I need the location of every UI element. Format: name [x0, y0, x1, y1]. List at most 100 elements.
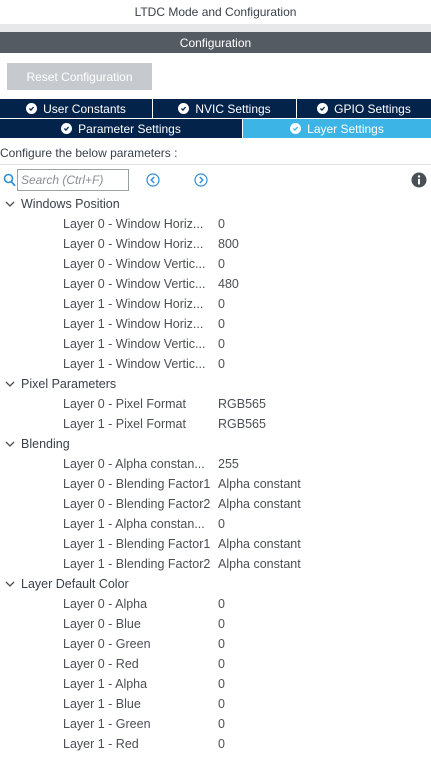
parameter-name: Layer 0 - Window Horiz... — [63, 237, 204, 251]
parameter-name: Layer 1 - Pixel Format — [63, 417, 186, 431]
tab-row-2: Parameter Settings Layer Settings — [0, 119, 431, 139]
previous-result-icon[interactable] — [146, 173, 160, 187]
parameter-row[interactable]: Layer 0 - Window Horiz... 800 — [0, 234, 431, 254]
parameter-value[interactable]: 480 — [218, 277, 239, 291]
parameter-row[interactable]: Layer 0 - Pixel Format RGB565 — [0, 394, 431, 414]
group-label: Layer Default Color — [21, 577, 129, 591]
parameter-row[interactable]: Layer 1 - Window Vertic... 0 — [0, 354, 431, 374]
parameter-value[interactable]: 0 — [218, 597, 225, 611]
parameter-row[interactable]: Layer 1 - Green 0 — [0, 714, 431, 734]
parameter-tree: Windows Position Layer 0 - Window Horiz..… — [0, 194, 431, 754]
parameter-value[interactable]: Alpha constant — [218, 557, 301, 571]
parameter-value[interactable]: 0 — [218, 317, 225, 331]
parameter-value[interactable]: Alpha constant — [218, 497, 301, 511]
parameter-row[interactable]: Layer 1 - Window Horiz... 0 — [0, 294, 431, 314]
parameter-row[interactable]: Layer 0 - Alpha 0 — [0, 594, 431, 614]
parameter-row[interactable]: Layer 1 - Blue 0 — [0, 694, 431, 714]
parameter-value[interactable]: 0 — [218, 257, 225, 271]
parameter-name: Layer 0 - Window Horiz... — [63, 217, 204, 231]
parameter-value[interactable]: 0 — [218, 617, 225, 631]
reset-configuration-button[interactable]: Reset Configuration — [7, 63, 152, 90]
parameter-row[interactable]: Layer 0 - Blending Factor1 Alpha constant — [0, 474, 431, 494]
parameter-value[interactable]: 0 — [218, 637, 225, 651]
parameter-value[interactable]: 0 — [218, 697, 225, 711]
parameter-value[interactable]: 0 — [218, 677, 225, 691]
group-label: Pixel Parameters — [21, 377, 117, 391]
group-label: Windows Position — [21, 197, 120, 211]
check-circle-icon — [26, 103, 38, 114]
parameter-row[interactable]: Layer 1 - Alpha 0 — [0, 674, 431, 694]
parameter-name: Layer 0 - Window Vertic... — [63, 257, 206, 271]
search-icon[interactable] — [3, 173, 16, 187]
parameter-value[interactable]: RGB565 — [218, 397, 266, 411]
tab-gpio-settings[interactable]: GPIO Settings — [297, 99, 431, 119]
parameter-value[interactable]: 0 — [218, 517, 225, 531]
tab-layer-settings[interactable]: Layer Settings — [243, 119, 431, 139]
parameter-row[interactable]: Layer 1 - Window Horiz... 0 — [0, 314, 431, 334]
parameter-row[interactable]: Layer 0 - Red 0 — [0, 654, 431, 674]
parameter-value[interactable]: 0 — [218, 297, 225, 311]
parameter-value[interactable]: Alpha constant — [218, 537, 301, 551]
tab-label: Layer Settings — [307, 121, 384, 136]
tab-nvic-settings[interactable]: NVIC Settings — [153, 99, 297, 119]
parameter-name: Layer 0 - Green — [63, 637, 151, 651]
configure-instructions: Configure the below parameters : — [0, 146, 178, 160]
parameter-name: Layer 1 - Window Horiz... — [63, 297, 204, 311]
parameter-row[interactable]: Layer 0 - Window Vertic... 480 — [0, 274, 431, 294]
parameter-value[interactable]: 0 — [218, 357, 225, 371]
group-header[interactable]: Pixel Parameters — [0, 374, 431, 394]
tab-label: Parameter Settings — [78, 121, 181, 136]
parameter-name: Layer 0 - Window Vertic... — [63, 277, 206, 291]
group-header[interactable]: Blending — [0, 434, 431, 454]
tab-parameter-settings[interactable]: Parameter Settings — [0, 119, 243, 139]
parameter-name: Layer 1 - Blue — [63, 697, 141, 711]
chevron-down-icon[interactable] — [4, 198, 16, 210]
chevron-down-icon[interactable] — [4, 378, 16, 390]
parameter-row[interactable]: Layer 1 - Red 0 — [0, 734, 431, 754]
search-input[interactable] — [17, 169, 129, 191]
parameter-value[interactable]: Alpha constant — [218, 477, 301, 491]
parameter-value[interactable]: 800 — [218, 237, 239, 251]
window-title: LTDC Mode and Configuration — [0, 0, 431, 24]
parameter-value[interactable]: 0 — [218, 217, 225, 231]
parameter-value[interactable]: 0 — [218, 737, 225, 751]
parameter-row[interactable]: Layer 1 - Pixel Format RGB565 — [0, 414, 431, 434]
parameter-value[interactable]: 255 — [218, 457, 239, 471]
parameter-row[interactable]: Layer 0 - Alpha constan... 255 — [0, 454, 431, 474]
parameter-row[interactable]: Layer 0 - Green 0 — [0, 634, 431, 654]
parameter-row[interactable]: Layer 0 - Window Vertic... 0 — [0, 254, 431, 274]
tab-label: User Constants — [43, 101, 126, 116]
parameter-name: Layer 1 - Window Horiz... — [63, 317, 204, 331]
group-label: Blending — [21, 437, 70, 451]
parameter-name: Layer 0 - Blending Factor1 — [63, 477, 211, 491]
parameter-name: Layer 1 - Green — [63, 717, 151, 731]
parameter-row[interactable]: Layer 1 - Blending Factor2 Alpha constant — [0, 554, 431, 574]
next-result-icon[interactable] — [194, 173, 208, 187]
parameter-value[interactable]: RGB565 — [218, 417, 266, 431]
check-circle-icon — [61, 123, 73, 134]
chevron-down-icon[interactable] — [4, 578, 16, 590]
parameter-name: Layer 0 - Blending Factor2 — [63, 497, 211, 511]
parameter-row[interactable]: Layer 0 - Blending Factor2 Alpha constant — [0, 494, 431, 514]
parameter-name: Layer 1 - Alpha — [63, 677, 148, 691]
tab-user-constants[interactable]: User Constants — [0, 99, 153, 119]
parameter-value[interactable]: 0 — [218, 337, 225, 351]
parameter-row[interactable]: Layer 1 - Blending Factor1 Alpha constant — [0, 534, 431, 554]
parameter-row[interactable]: Layer 0 - Blue 0 — [0, 614, 431, 634]
chevron-down-icon[interactable] — [4, 438, 16, 450]
parameter-name: Layer 0 - Alpha constan... — [63, 457, 205, 471]
parameter-name: Layer 1 - Blending Factor1 — [63, 537, 211, 551]
parameter-row[interactable]: Layer 1 - Window Vertic... 0 — [0, 334, 431, 354]
info-icon[interactable] — [411, 172, 427, 188]
group-header[interactable]: Layer Default Color — [0, 574, 431, 594]
tab-row-1: User Constants NVIC Settings GPIO Settin… — [0, 99, 431, 119]
parameter-row[interactable]: Layer 0 - Window Horiz... 0 — [0, 214, 431, 234]
parameter-row[interactable]: Layer 1 - Alpha constan... 0 — [0, 514, 431, 534]
parameter-value[interactable]: 0 — [218, 657, 225, 671]
group-header[interactable]: Windows Position — [0, 194, 431, 214]
check-circle-icon — [290, 123, 302, 134]
parameter-name: Layer 1 - Alpha constan... — [63, 517, 205, 531]
parameter-name: Layer 0 - Pixel Format — [63, 397, 186, 411]
parameter-value[interactable]: 0 — [218, 717, 225, 731]
parameter-name: Layer 1 - Window Vertic... — [63, 357, 206, 371]
